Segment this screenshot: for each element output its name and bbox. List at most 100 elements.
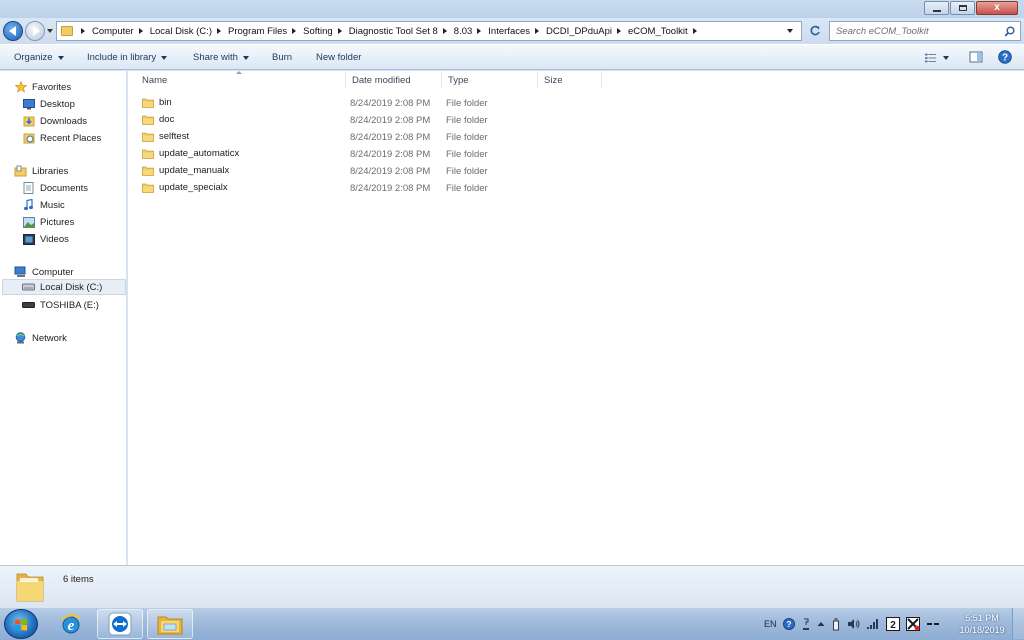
- sidebar-item-computer[interactable]: Computer: [14, 264, 124, 280]
- clock[interactable]: 5:51 PM 10/18/2019: [952, 612, 1012, 636]
- clock-time: 5:51 PM: [965, 613, 999, 623]
- burn-button[interactable]: Burn: [272, 52, 292, 63]
- maximize-icon: [958, 5, 967, 11]
- sidebar-item-favorites[interactable]: Favorites: [14, 79, 124, 95]
- table-row[interactable]: selftest 8/24/2019 2:08 PM File folder: [128, 129, 1024, 146]
- network-signal-icon[interactable]: [866, 618, 880, 630]
- file-name: update_specialx: [159, 182, 228, 193]
- organize-button[interactable]: Organize: [14, 52, 64, 63]
- column-header-name[interactable]: Name: [136, 71, 346, 89]
- computer-icon: [14, 266, 27, 279]
- sidebar-item-pictures[interactable]: Pictures: [22, 214, 124, 230]
- file-name: bin: [159, 97, 172, 108]
- address-bar[interactable]: Computer Local Disk (C:) Program Files S…: [56, 21, 802, 41]
- breadcrumb-item[interactable]: Softing: [303, 26, 333, 37]
- maximize-button[interactable]: [950, 1, 975, 15]
- search-box[interactable]: [829, 21, 1021, 41]
- breadcrumb-item[interactable]: Diagnostic Tool Set 8: [349, 26, 438, 37]
- address-dropdown-icon[interactable]: [787, 29, 793, 33]
- sidebar-item-label: Pictures: [40, 216, 75, 228]
- breadcrumb-item[interactable]: Program Files: [228, 26, 287, 37]
- hard-drive-icon: [22, 281, 35, 294]
- sidebar-item-network[interactable]: Network: [14, 330, 124, 346]
- taskbar-internet-explorer[interactable]: e: [48, 609, 94, 639]
- taskbar-windows-explorer[interactable]: [147, 609, 193, 639]
- breadcrumb-item[interactable]: DCDI_DPduApi: [546, 26, 612, 37]
- breadcrumb-chevron-icon[interactable]: [535, 28, 540, 34]
- preview-pane-button[interactable]: [969, 50, 985, 66]
- column-header-date-modified[interactable]: Date modified: [346, 71, 442, 89]
- language-indicator[interactable]: EN: [764, 619, 777, 629]
- close-button[interactable]: x: [976, 1, 1018, 15]
- sync-status-icon[interactable]: 2: [885, 616, 900, 631]
- table-row[interactable]: doc 8/24/2019 2:08 PM File folder: [128, 112, 1024, 129]
- column-header-type[interactable]: Type: [442, 71, 538, 89]
- show-hidden-icons-icon[interactable]: [817, 621, 825, 627]
- table-row[interactable]: update_manualx 8/24/2019 2:08 PM File fo…: [128, 163, 1024, 180]
- column-header-size[interactable]: Size: [538, 71, 602, 89]
- table-row[interactable]: bin 8/24/2019 2:08 PM File folder: [128, 95, 1024, 112]
- volume-icon[interactable]: [847, 618, 860, 630]
- table-row[interactable]: update_specialx 8/24/2019 2:08 PM File f…: [128, 180, 1024, 197]
- breadcrumb-chevron-icon[interactable]: [138, 28, 143, 34]
- sidebar-item-music[interactable]: Music: [22, 197, 124, 213]
- breadcrumb-item[interactable]: Computer: [92, 26, 134, 37]
- sidebar-item-videos[interactable]: Videos: [22, 231, 124, 247]
- type-cell: File folder: [446, 149, 488, 160]
- new-folder-button[interactable]: New folder: [316, 52, 361, 63]
- forward-button[interactable]: [25, 21, 45, 41]
- breadcrumb-item[interactable]: eCOM_Toolkit: [628, 26, 688, 37]
- breadcrumb-chevron-icon[interactable]: [477, 28, 482, 34]
- file-name: doc: [159, 114, 175, 125]
- file-name-cell: bin: [142, 97, 172, 108]
- title-bar: x: [0, 0, 1024, 18]
- breadcrumb-item[interactable]: Interfaces: [488, 26, 530, 37]
- keyboard-settings-icon[interactable]: [801, 617, 811, 631]
- share-with-button[interactable]: Share with: [193, 52, 249, 63]
- back-button[interactable]: [3, 21, 23, 41]
- breadcrumb-chevron-icon[interactable]: [692, 28, 697, 34]
- sidebar-item-libraries[interactable]: Libraries: [14, 163, 124, 179]
- sidebar-item-local-disk[interactable]: Local Disk (C:): [2, 279, 126, 295]
- breadcrumb-item[interactable]: 8.03: [454, 26, 473, 37]
- show-desktop-button[interactable]: [1012, 608, 1024, 639]
- sidebar-item-recent-places[interactable]: Recent Places: [22, 130, 124, 146]
- sidebar-item-desktop[interactable]: Desktop: [22, 96, 124, 112]
- folder-icon: [142, 166, 154, 176]
- type-cell: File folder: [446, 183, 488, 194]
- chevron-down-icon: [943, 56, 949, 60]
- file-name: update_manualx: [159, 165, 230, 176]
- breadcrumb-chevron-icon[interactable]: [442, 28, 447, 34]
- sidebar-item-downloads[interactable]: Downloads: [22, 113, 124, 129]
- taskbar-teamviewer[interactable]: [97, 609, 143, 639]
- start-button[interactable]: [4, 609, 38, 639]
- breadcrumb-chevron-icon[interactable]: [617, 28, 622, 34]
- recent-pages-dropdown[interactable]: [47, 29, 53, 33]
- view-list-icon: [925, 53, 937, 63]
- include-in-library-button[interactable]: Include in library: [87, 52, 168, 63]
- breadcrumb-chevron-icon[interactable]: [217, 28, 222, 34]
- breadcrumb-item[interactable]: Local Disk (C:): [150, 26, 212, 37]
- sidebar-item-toshiba[interactable]: TOSHIBA (E:): [22, 297, 124, 313]
- windows-explorer-icon: [157, 616, 183, 635]
- usb-device-icon[interactable]: [831, 617, 841, 631]
- breadcrumb-chevron-icon[interactable]: [337, 28, 342, 34]
- file-name-cell: update_specialx: [142, 182, 228, 193]
- preview-pane-icon: [969, 51, 983, 63]
- disconnected-device-icon[interactable]: [905, 616, 920, 631]
- folder-icon: [16, 573, 44, 602]
- help-button[interactable]: ?: [998, 50, 1014, 66]
- table-row[interactable]: update_automaticx 8/24/2019 2:08 PM File…: [128, 146, 1024, 163]
- change-view-button[interactable]: [925, 50, 949, 66]
- refresh-button[interactable]: [806, 23, 824, 39]
- sidebar-item-label: Music: [40, 199, 65, 211]
- language-help-icon[interactable]: ?: [782, 617, 795, 630]
- sidebar-item-label: Downloads: [40, 115, 87, 127]
- search-icon[interactable]: [1004, 26, 1015, 37]
- search-input[interactable]: [836, 25, 996, 37]
- tray-dashes-icon[interactable]: [926, 619, 940, 629]
- breadcrumb-chevron-icon[interactable]: [81, 28, 85, 34]
- sidebar-item-documents[interactable]: Documents: [22, 180, 124, 196]
- minimize-button[interactable]: [924, 1, 949, 15]
- breadcrumb-chevron-icon[interactable]: [292, 28, 297, 34]
